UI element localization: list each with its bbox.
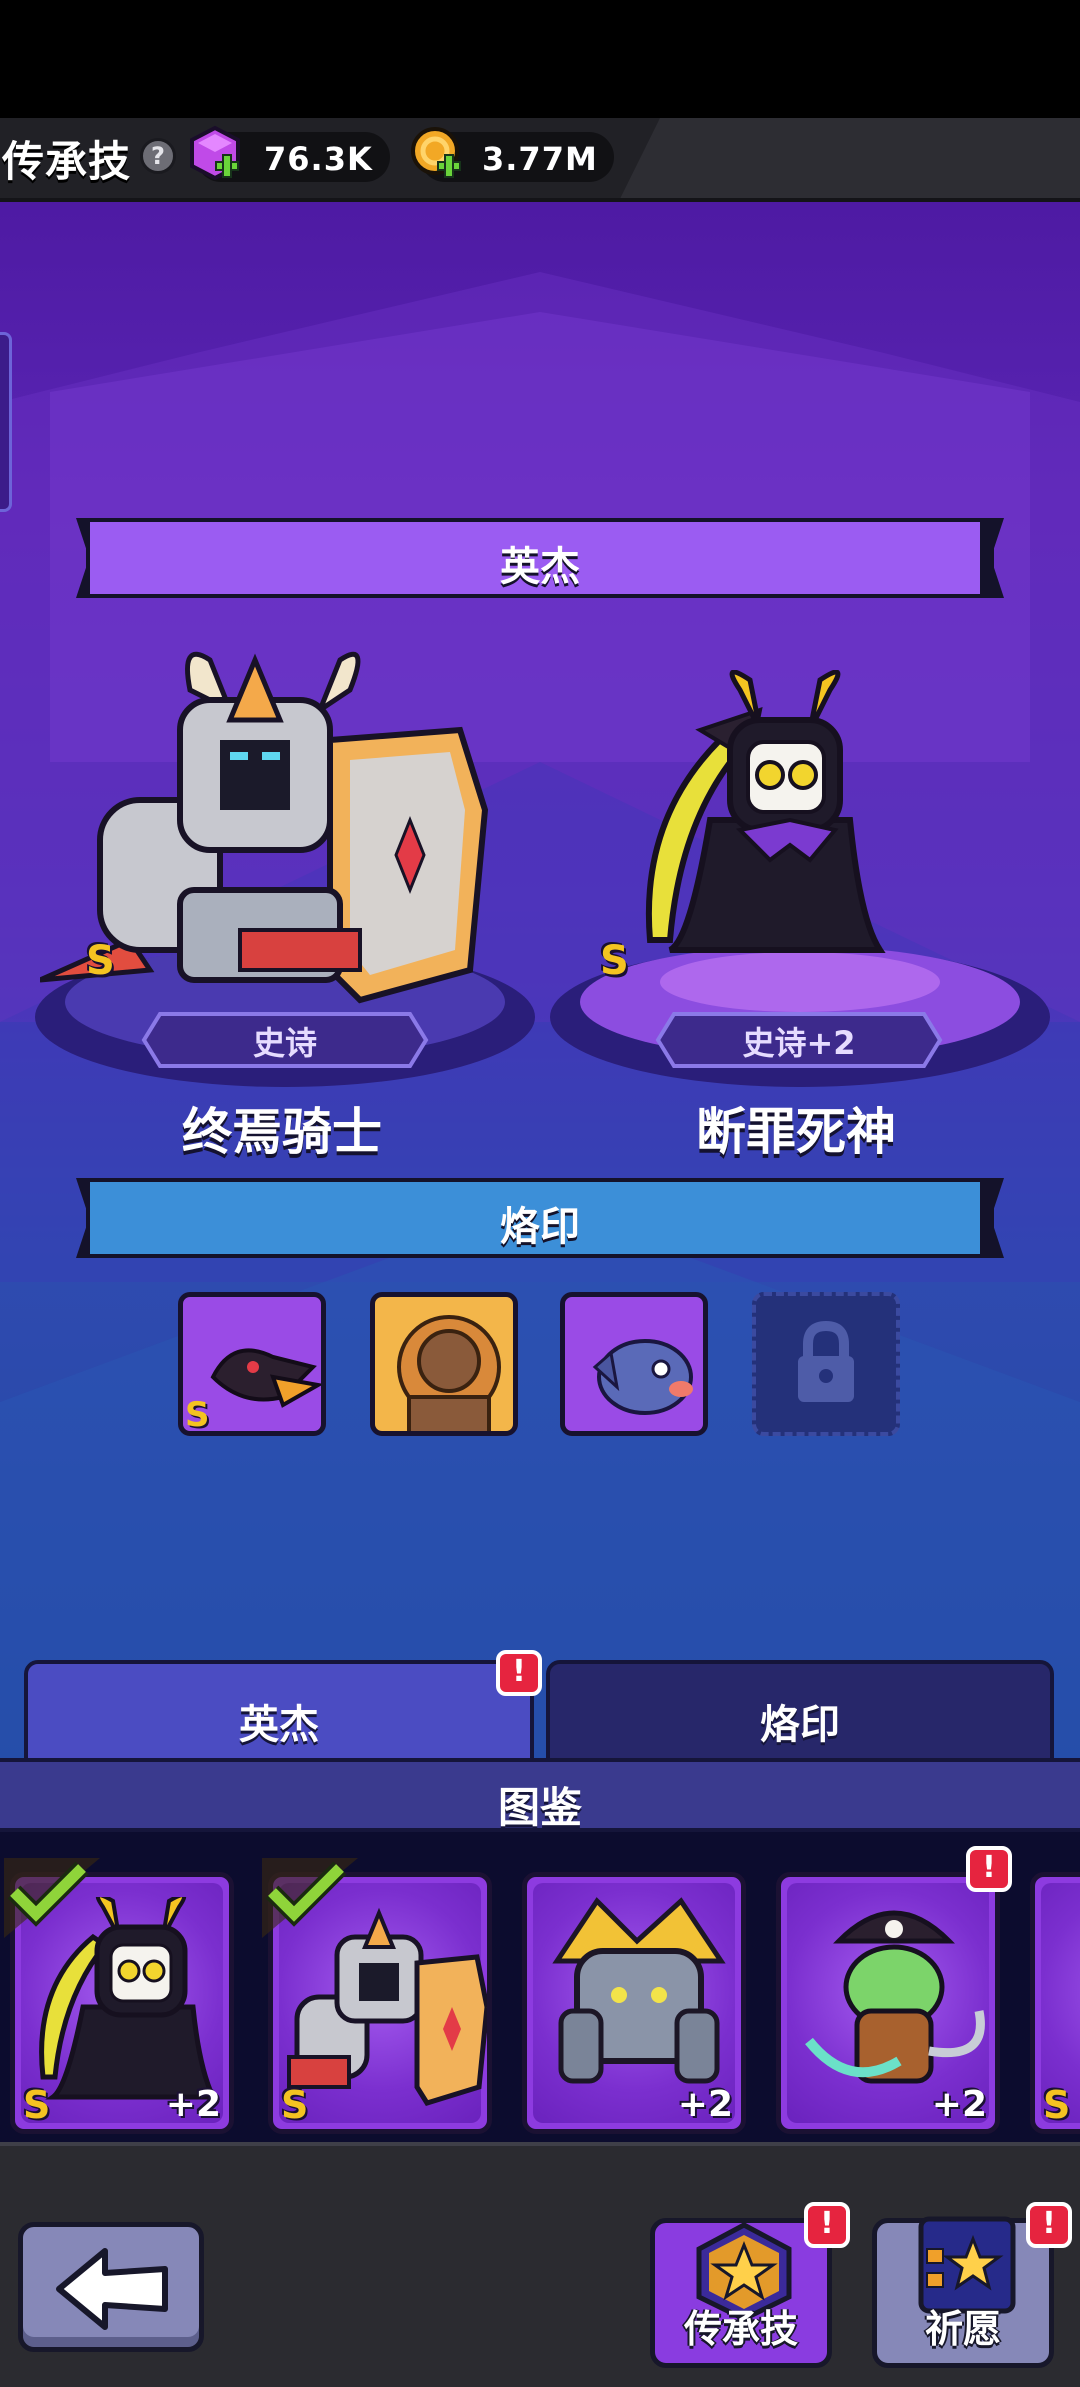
brand-slot-1[interactable]: S bbox=[178, 1292, 326, 1436]
golem-portrait bbox=[552, 1897, 726, 2084]
coin-amount: 3.77M bbox=[482, 140, 598, 178]
collection-title: 图鉴 bbox=[497, 1783, 582, 1832]
wish-alert-badge: ! bbox=[1026, 2202, 1072, 2248]
card-4-level: +2 bbox=[931, 2084, 987, 2125]
reaper-hero-art[interactable] bbox=[630, 670, 930, 990]
tab-heroes-alert-badge: ! bbox=[496, 1650, 542, 1696]
side-drawer-handle[interactable] bbox=[0, 332, 12, 512]
knight-rarity-tag: 史诗 bbox=[150, 1010, 420, 1066]
tab-heroes-label: 英杰 bbox=[239, 1702, 319, 1748]
card-1-level: +2 bbox=[165, 2084, 221, 2125]
status-bar bbox=[0, 0, 1080, 118]
brand-slot-2[interactable] bbox=[370, 1292, 518, 1436]
reaper-rarity-tag: 史诗+2 bbox=[664, 1010, 934, 1066]
selected-check-icon bbox=[4, 1858, 100, 1938]
tab-brands-label: 烙印 bbox=[760, 1702, 840, 1748]
collection-bar: 图鉴 bbox=[0, 1758, 1080, 1832]
lock-icon bbox=[798, 1320, 854, 1402]
reaper-hero-name: 断罪死神 bbox=[696, 1103, 896, 1161]
gem-plus-icon[interactable] bbox=[186, 124, 244, 182]
pirate-portrait bbox=[805, 1910, 985, 2084]
card-5-grade: S bbox=[1043, 2083, 1071, 2127]
collection-card-golem[interactable]: +2 bbox=[522, 1872, 746, 2134]
collection-card-partial[interactable]: S bbox=[1030, 1872, 1080, 2134]
gem-amount: 76.3K bbox=[264, 140, 373, 178]
selected-check-icon bbox=[262, 1858, 358, 1938]
reaper-grade-badge: S bbox=[600, 938, 629, 984]
collection-card-pirate[interactable]: +2 bbox=[776, 1872, 1000, 2134]
tab-bar: 英杰 ! 烙印 bbox=[0, 1650, 1080, 1764]
top-bar: 传承技 ? 76.3K 3.77M bbox=[0, 118, 1080, 202]
page-title: 传承技 bbox=[2, 137, 132, 186]
tab-brands[interactable]: 烙印 bbox=[546, 1660, 1054, 1764]
hero-section-title: 英杰 bbox=[500, 544, 580, 590]
card-4-alert-badge: ! bbox=[966, 1846, 1012, 1892]
arrow-left-icon bbox=[56, 2248, 168, 2330]
hero-ribbon: 英杰 bbox=[76, 518, 1004, 602]
fish-brand-icon bbox=[592, 1339, 693, 1415]
card-2-grade: S bbox=[281, 2083, 309, 2127]
back-button[interactable] bbox=[18, 2222, 204, 2352]
knight-rarity-label: 史诗 bbox=[252, 1024, 317, 1062]
reaper-rarity-label: 史诗+2 bbox=[742, 1024, 856, 1062]
inherit-skill-label: 传承技 bbox=[683, 2307, 798, 2351]
brand-slot-1-grade: S bbox=[185, 1395, 210, 1435]
brand-slot-3[interactable] bbox=[560, 1292, 708, 1436]
card-1-grade: S bbox=[23, 2083, 51, 2127]
knight-grade-badge: S bbox=[86, 938, 115, 984]
brand-ribbon: 烙印 bbox=[76, 1178, 1004, 1262]
monk-brand-icon bbox=[397, 1315, 501, 1431]
card-3-level: +2 bbox=[677, 2084, 733, 2125]
collection-shelf: S +2 S +2 +2 ! S bbox=[0, 1832, 1080, 2142]
bottom-nav: 传承技 ! 祈愿 ! bbox=[0, 2142, 1080, 2387]
inherit-alert-badge: ! bbox=[804, 2202, 850, 2248]
brand-section-title: 烙印 bbox=[500, 1204, 580, 1250]
coin-plus-icon[interactable] bbox=[408, 124, 466, 182]
tab-heroes[interactable]: 英杰 bbox=[24, 1660, 534, 1764]
knight-hero-name: 终焉骑士 bbox=[182, 1103, 382, 1161]
help-icon[interactable]: ? bbox=[140, 138, 176, 174]
wish-label: 祈愿 bbox=[924, 2307, 1001, 2351]
brand-slot-4-locked bbox=[752, 1292, 900, 1436]
